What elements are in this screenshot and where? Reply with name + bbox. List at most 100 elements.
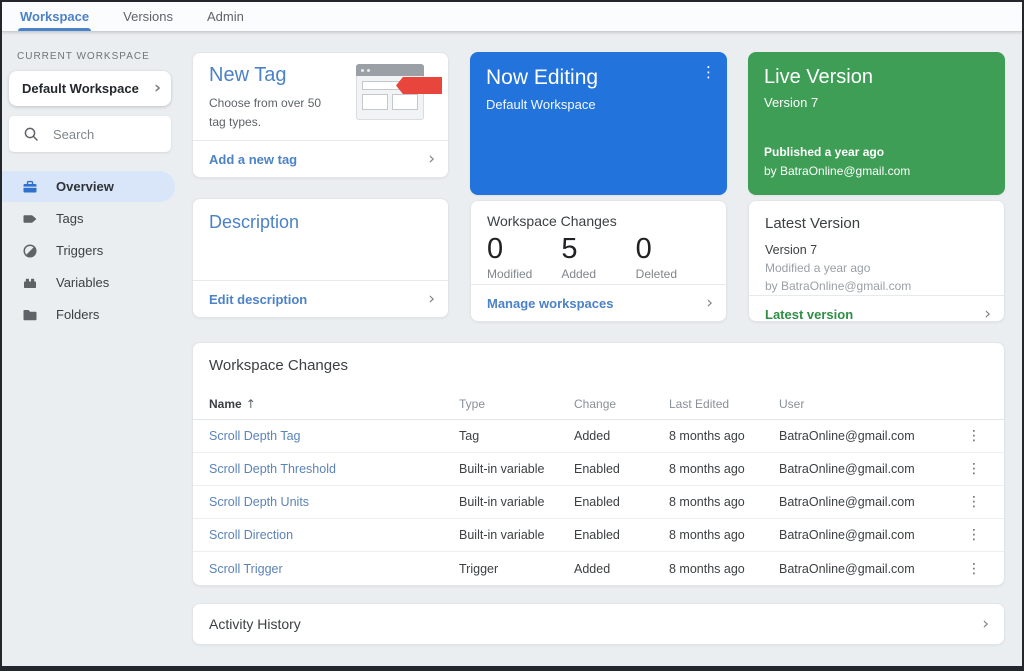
trigger-icon (21, 242, 39, 260)
row-name-link[interactable]: Scroll Trigger (209, 562, 459, 576)
workspace-selector[interactable]: Default Workspace › (9, 71, 171, 106)
row-last-edited: 8 months ago (669, 561, 745, 576)
row-type: Built-in variable (459, 462, 545, 476)
sidebar-item-folders[interactable]: Folders (2, 299, 178, 330)
row-type: Built-in variable (459, 528, 545, 542)
live-version-card: Live Version Version 7 Published a year … (748, 52, 1005, 195)
top-nav: Workspace Versions Admin (2, 2, 1022, 32)
folder-icon (21, 306, 39, 324)
stat-deleted-value: 0 (635, 233, 652, 265)
manage-workspaces-link[interactable]: Manage workspaces › (471, 284, 726, 321)
workspace-changes-title: Workspace Changes (487, 213, 617, 229)
sidebar-item-label: Overview (56, 179, 114, 194)
add-new-tag-label: Add a new tag (209, 151, 298, 167)
workspace-selector-label: Default Workspace (22, 81, 139, 96)
sidebar-item-label: Folders (56, 307, 100, 322)
current-workspace-label: CURRENT WORKSPACE (17, 51, 150, 62)
latest-version-link-label: Latest version (765, 306, 854, 322)
row-name-link[interactable]: Scroll Depth Tag (209, 429, 459, 443)
red-tag-icon (396, 77, 442, 94)
live-version-title: Live Version (764, 66, 873, 88)
stat-added-label: Added (561, 267, 597, 282)
latest-version-modified: Modified a year ago (765, 261, 871, 276)
tab-admin[interactable]: Admin (207, 2, 244, 31)
row-name-link[interactable]: Scroll Direction (209, 528, 459, 542)
chevron-right-icon: › (428, 148, 435, 169)
stat-modified-value: 0 (487, 233, 504, 265)
column-header-name[interactable]: Name ↑ (209, 397, 459, 411)
chevron-right-icon: › (982, 613, 989, 634)
tab-workspace[interactable]: Workspace (18, 2, 92, 31)
edit-description-label: Edit description (209, 291, 308, 307)
latest-version-title: Latest Version (765, 215, 861, 232)
search-placeholder: Search (53, 126, 95, 142)
latest-version-card: Latest Version Version 7 Modified a year… (748, 200, 1005, 322)
row-kebab-menu-icon[interactable]: ⋮ (960, 527, 988, 543)
live-version-number: Version 7 (764, 95, 819, 110)
live-version-author: by BatraOnline@gmail.com (764, 163, 911, 178)
row-kebab-menu-icon[interactable]: ⋮ (960, 461, 988, 477)
chevron-right-icon: › (706, 292, 713, 313)
stat-added-value: 5 (561, 233, 578, 265)
row-change: Added (574, 561, 611, 576)
column-header-type[interactable]: Type (459, 397, 574, 411)
sidebar-item-triggers[interactable]: Triggers (2, 235, 178, 266)
main-content: New Tag Choose from over 50 tag types. A… (178, 32, 1022, 666)
new-tag-card: New Tag Choose from over 50 tag types. A… (192, 52, 449, 178)
row-change: Enabled (574, 462, 620, 476)
tab-versions-label: Versions (123, 9, 174, 24)
workspace-changes-card: Workspace Changes 0 Modified 5 Added 0 D… (470, 200, 727, 322)
stat-deleted-label: Deleted (635, 267, 678, 282)
live-version-published: Published a year ago (764, 144, 885, 159)
manage-workspaces-label: Manage workspaces (487, 295, 614, 311)
row-type: Trigger (459, 561, 499, 576)
row-change: Enabled (574, 495, 620, 509)
row-last-edited: 8 months ago (669, 495, 745, 509)
sort-ascending-icon: ↑ (245, 397, 256, 411)
sidebar-item-variables[interactable]: Variables (2, 267, 178, 298)
latest-version-number: Version 7 (765, 242, 818, 257)
kebab-menu-icon[interactable]: ⋮ (701, 63, 716, 81)
row-name-link[interactable]: Scroll Depth Threshold (209, 462, 459, 476)
tab-admin-label: Admin (207, 9, 244, 24)
active-tab-indicator (18, 28, 92, 31)
table-row: Scroll Depth Tag Tag Added 8 months ago … (193, 420, 1004, 453)
now-editing-workspace: Default Workspace (486, 97, 596, 112)
row-last-edited: 8 months ago (669, 462, 745, 476)
table-row: Scroll Depth Threshold Built-in variable… (193, 453, 1004, 486)
column-header-last-edited[interactable]: Last Edited (669, 397, 779, 411)
column-header-change[interactable]: Change (574, 397, 669, 411)
sidebar-item-tags[interactable]: Tags (2, 203, 178, 234)
variables-icon (21, 274, 39, 292)
search-input[interactable]: Search (9, 116, 171, 152)
stat-deleted: 0 Deleted (636, 231, 710, 281)
sidebar-item-label: Variables (56, 275, 110, 290)
app-window: Workspace Versions Admin CURRENT WORKSPA… (0, 0, 1024, 671)
stat-added: 5 Added (561, 231, 635, 281)
search-icon (22, 125, 40, 143)
chevron-right-icon: › (153, 78, 161, 98)
chevron-right-icon: › (428, 288, 435, 309)
row-name-link[interactable]: Scroll Depth Units (209, 495, 459, 509)
table-title: Workspace Changes (209, 357, 348, 374)
row-kebab-menu-icon[interactable]: ⋮ (960, 494, 988, 510)
sidebar-item-label: Tags (56, 211, 84, 226)
activity-history-bar[interactable]: Activity History › (192, 603, 1005, 645)
row-kebab-menu-icon[interactable]: ⋮ (960, 428, 988, 444)
sidebar-item-overview[interactable]: Overview (2, 171, 175, 202)
workspace-changes-table: Workspace Changes Name ↑ Type Change Last… (192, 342, 1005, 586)
tab-versions[interactable]: Versions (123, 2, 173, 31)
row-user: BatraOnline@gmail.com (779, 495, 915, 509)
row-last-edited: 8 months ago (669, 528, 745, 542)
table-header-row: Name ↑ Type Change Last Edited User (193, 389, 1004, 420)
description-card: Description Edit description › (192, 198, 449, 318)
row-last-edited: 8 months ago (669, 429, 745, 443)
column-header-user[interactable]: User (779, 397, 960, 411)
row-type: Tag (459, 429, 480, 443)
add-new-tag-link[interactable]: Add a new tag › (193, 140, 448, 177)
edit-description-link[interactable]: Edit description › (193, 280, 448, 317)
row-kebab-menu-icon[interactable]: ⋮ (960, 561, 988, 577)
latest-version-link[interactable]: Latest version › (749, 295, 1004, 322)
new-tag-description: Choose from over 50 tag types. (209, 96, 322, 129)
overview-icon (21, 178, 39, 196)
